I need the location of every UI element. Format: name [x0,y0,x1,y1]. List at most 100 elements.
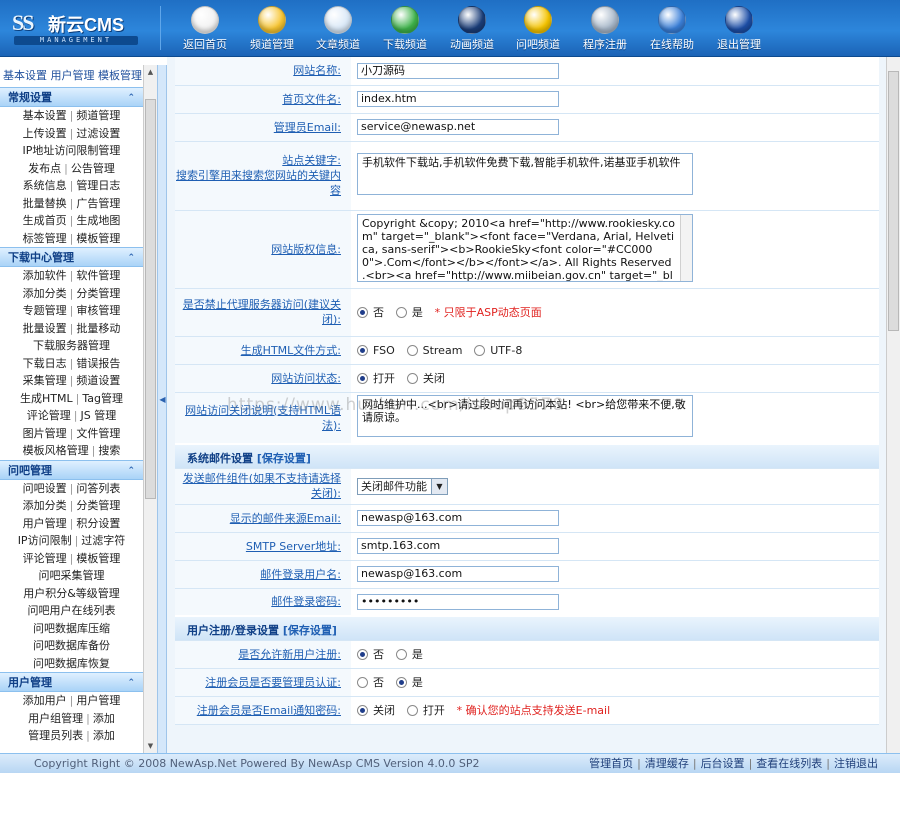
collapse-chevron-icon[interactable]: ⌃ [127,248,135,268]
collapse-chevron-icon[interactable]: ⌃ [127,673,135,693]
sidebar-link[interactable]: 软件管理 [76,269,120,282]
sidebar-link[interactable]: 生成首页 [23,214,67,227]
textarea-scrollbar[interactable] [680,214,692,281]
admin-email-input[interactable]: service@newasp.net [357,119,559,135]
sidebar-link[interactable]: 审核管理 [76,304,120,317]
sidebar-section-header[interactable]: 用户管理 ⌃ [0,672,143,692]
nav-article-button[interactable]: 文章频道 [303,6,373,52]
sidebar-link[interactable]: IP地址访问限制管理 [23,144,121,157]
sidebar-link[interactable]: 公告管理 [71,162,115,175]
sidebar-link[interactable]: 用户组管理 [28,712,83,725]
nav-flash-button[interactable]: 动画频道 [437,6,507,52]
admin-verify-no-radio[interactable] [357,677,368,688]
footer-link[interactable]: 清理缓存 [645,757,689,770]
nav-home-button[interactable]: 返回首页 [170,6,240,52]
collapse-chevron-icon[interactable]: ⌃ [127,461,135,481]
proxy-no-radio[interactable] [357,307,368,318]
sidebar-link[interactable]: 添加 [93,712,115,725]
allow-reg-no-radio[interactable] [357,649,368,660]
footer-link[interactable]: 注销退出 [834,757,878,770]
nav-question-button[interactable]: 问吧频道 [503,6,573,52]
sidebar-link[interactable]: IP访问限制 [18,534,72,547]
sidebar-section-header[interactable]: 问吧管理 ⌃ [0,459,143,481]
sidebar-link[interactable]: 批量设置 [23,322,67,335]
reg-save-link[interactable]: [保存设置] [283,624,337,637]
sidebar-tab-templates[interactable]: 模板管理 [98,69,142,82]
sidebar-link[interactable]: 广告管理 [76,197,120,210]
sidebar-link[interactable]: 添加分类 [23,499,67,512]
nav-power-button[interactable]: 退出管理 [704,6,774,52]
sidebar-link[interactable]: 文件管理 [76,427,120,440]
sidebar-link[interactable]: 上传设置 [23,127,67,140]
sidebar-link[interactable]: 模板风格管理 [23,444,89,457]
sidebar-link[interactable]: 问吧设置 [23,482,67,495]
sidebar-link[interactable]: JS 管理 [80,409,116,422]
mail-save-link[interactable]: [保存设置] [257,452,311,465]
sidebar-link[interactable]: 错误报告 [76,357,120,370]
sidebar-link[interactable]: 模板管理 [76,552,120,565]
dropdown-arrow-icon[interactable]: ▼ [431,478,447,494]
sidebar-link[interactable]: 批量移动 [76,322,120,335]
sidebar-link[interactable]: 生成HTML [20,392,73,405]
sidebar-link[interactable]: 频道设置 [76,374,120,387]
sidebar-link[interactable]: 发布点 [28,162,61,175]
sidebar-link[interactable]: 搜索 [98,444,120,457]
sidebar-link[interactable]: 积分设置 [76,517,120,530]
sidebar-tab-basic[interactable]: 基本设置 [3,69,47,82]
sidebar-link[interactable]: 问答列表 [76,482,120,495]
sidebar-link[interactable]: 图片管理 [23,427,67,440]
mail-pass-input[interactable]: ••••••••• [357,593,559,610]
proxy-yes-radio[interactable] [395,307,407,318]
sidebar-splitter[interactable]: ◀ [157,65,167,753]
sidebar-scrollbar[interactable]: ▲ ▼ [143,65,157,753]
email-notify-off-radio[interactable] [357,705,368,716]
sidebar-link[interactable]: 频道管理 [76,109,120,122]
sidebar-link[interactable]: 添加分类 [23,287,67,300]
nav-tools-button[interactable]: 程序注册 [570,6,640,52]
sidebar-link[interactable]: 添加 [93,729,115,742]
collapse-chevron-icon[interactable]: ⌃ [127,88,135,108]
sidebar-section-header[interactable]: 下载中心管理 ⌃ [0,247,143,267]
site-name-input[interactable]: 小刀源码 [357,62,559,79]
access-open-radio[interactable] [357,373,368,384]
sidebar-link[interactable]: 问吧采集管理 [39,569,105,582]
allow-reg-yes-radio[interactable] [395,649,407,660]
collapse-arrow-icon[interactable]: ◀ [159,395,166,404]
sidebar-link[interactable]: 评论管理 [27,409,71,422]
sidebar-link[interactable]: 问吧用户在线列表 [28,604,116,617]
sidebar-link[interactable]: 批量替换 [23,197,67,210]
footer-link[interactable]: 后台设置 [701,757,745,770]
admin-verify-yes-radio[interactable] [395,677,407,688]
sidebar-link[interactable]: 下载日志 [23,357,67,370]
footer-link[interactable]: 管理首页 [589,757,633,770]
sidebar-section-header[interactable]: 常规设置 ⌃ [0,87,143,107]
copyright-textarea[interactable]: Copyright &copy; 2010<a href="http://www… [357,213,693,282]
sidebar-link[interactable]: 添加用户 [23,694,67,707]
sidebar-link[interactable]: 标签管理 [23,232,67,245]
html-utf8-radio[interactable] [474,345,486,356]
closed-msg-textarea[interactable]: 网站维护中...<br>请过段时间再访问本站! <br>给您带来不便,敬请原谅。 [357,395,693,438]
smtp-input[interactable]: smtp.163.com [357,538,559,554]
mail-component-select[interactable]: 关闭邮件功能 ▼ [357,477,448,495]
mail-from-input[interactable]: newasp@163.com [357,510,559,526]
scroll-up-icon[interactable]: ▲ [145,66,156,78]
html-stream-radio[interactable] [406,345,418,356]
sidebar-link[interactable]: 问吧数据库备份 [33,639,110,652]
nav-download-button[interactable]: 下载频道 [370,6,440,52]
main-scrollbar[interactable] [886,57,900,753]
sidebar-link[interactable]: 管理员列表 [28,729,83,742]
sidebar-link[interactable]: 管理日志 [76,179,120,192]
nav-globe-button[interactable]: 频道管理 [237,6,307,52]
main-scroll-thumb[interactable] [888,71,899,331]
sidebar-link[interactable]: 添加软件 [23,269,67,282]
access-close-radio[interactable] [406,373,418,384]
sidebar-link[interactable]: Tag管理 [82,392,123,405]
sidebar-link[interactable]: 问吧数据库恢复 [33,657,110,670]
sidebar-link[interactable]: 过滤设置 [76,127,120,140]
html-fso-radio[interactable] [357,345,368,356]
sidebar-link[interactable]: 系统信息 [23,179,67,192]
keywords-textarea[interactable]: 手机软件下载站,手机软件免费下载,智能手机软件,诺基亚手机软件 [357,153,693,195]
sidebar-link[interactable]: 问吧数据库压缩 [33,622,110,635]
sidebar-tab-users[interactable]: 用户管理 [51,69,95,82]
mail-user-input[interactable]: newasp@163.com [357,566,559,582]
